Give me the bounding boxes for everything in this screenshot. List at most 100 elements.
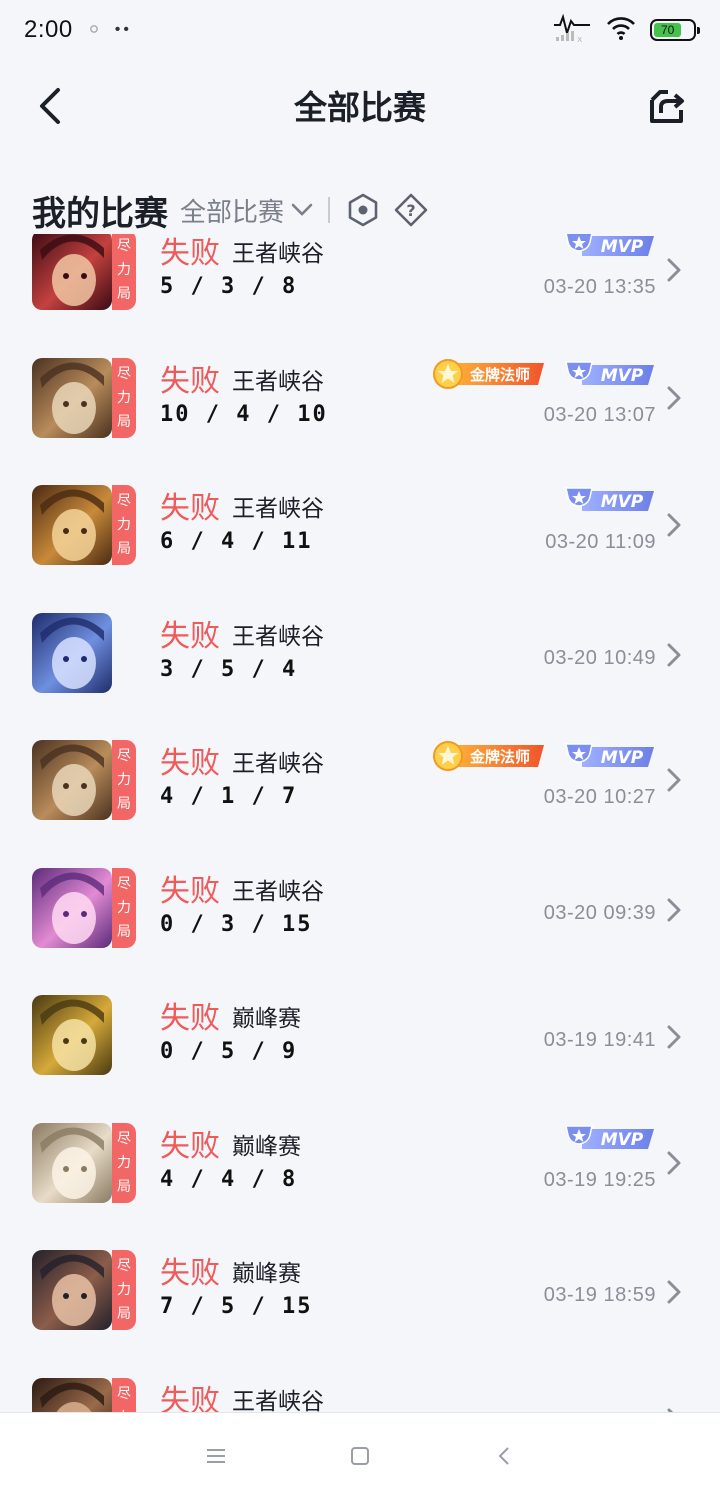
effort-tag-char: 局 (117, 541, 131, 557)
match-row[interactable]: 失败 王者峡谷 3 / 5 / 4 03-20 10:49 (0, 612, 720, 741)
match-time: 03-19 19:25 (543, 1168, 656, 1191)
match-row[interactable]: 尽力局失败 王者峡谷 4 / 1 / 7 金牌法师 MVP 03-20 10:27 (0, 740, 720, 868)
gold-badge-label: 金牌法师 (469, 748, 530, 766)
effort-tag-char: 尽 (117, 1385, 131, 1402)
match-mode: 王者峡谷 (232, 623, 324, 650)
hero-avatar (32, 612, 112, 693)
match-result: 失败 (160, 1128, 220, 1164)
hero-avatar (32, 1250, 112, 1330)
match-result: 失败 (160, 236, 220, 271)
badge-group: MVP (562, 1123, 656, 1153)
status-time: 2:00 (24, 16, 73, 43)
match-kda: 7 / 5 / 15 (160, 1294, 313, 1319)
notification-icon (89, 21, 99, 39)
effort-tag-char: 尽 (117, 365, 131, 382)
top-bar: 全部比赛 (0, 62, 720, 148)
match-result: 失败 (160, 746, 220, 781)
chevron-right-icon (666, 766, 682, 794)
badge-group: 金牌法师 MVP (430, 740, 656, 772)
mvp-label: MVP (601, 748, 644, 768)
hexagon-settings-icon[interactable] (346, 193, 380, 227)
match-mode: 王者峡谷 (232, 368, 324, 395)
effort-tag-char: 力 (117, 772, 131, 788)
match-mode: 巅峰赛 (232, 1261, 301, 1287)
match-row[interactable]: 尽力局失败 王者峡谷 6 / 4 / 11 MVP 03-20 11:09 (0, 485, 720, 613)
match-mode: 王者峡谷 (232, 751, 324, 777)
match-kda: 6 / 4 / 11 (160, 529, 313, 554)
effort-tag-char: 局 (117, 1306, 131, 1322)
effort-tag: 尽力局 (112, 357, 136, 438)
match-time: 03-20 13:07 (543, 403, 656, 426)
mvp-badge: MVP (562, 234, 656, 260)
effort-tag-char: 尽 (117, 493, 131, 509)
match-row[interactable]: 尽力局失败 王者峡谷 5 / 3 / 8 MVP 03-20 13:35 (0, 234, 720, 358)
mvp-label: MVP (601, 1130, 644, 1150)
effort-tag-char: 力 (117, 389, 131, 406)
svg-text:?: ? (406, 201, 415, 220)
mvp-badge: MVP (562, 741, 656, 771)
effort-tag-char: 力 (117, 1282, 131, 1298)
match-result: 失败 (160, 1001, 220, 1036)
match-filter-dropdown[interactable]: 全部比赛 (180, 192, 314, 229)
match-time: 03-19 18:59 (543, 1284, 656, 1306)
match-mode: 王者峡谷 (232, 1388, 324, 1413)
effort-tag-char: 局 (117, 796, 131, 812)
match-time: 03-20 13:35 (543, 276, 656, 298)
match-time: 03-20 09:39 (543, 901, 656, 924)
effort-tag: 尽力局 (112, 1377, 136, 1412)
help-diamond-icon[interactable]: ? (394, 193, 428, 227)
effort-tag-char: 力 (117, 899, 131, 916)
back-arrow-icon[interactable] (34, 86, 70, 126)
hero-avatar (32, 234, 112, 310)
home-square-icon[interactable] (348, 1444, 372, 1468)
hero-avatar (32, 357, 112, 438)
hero-avatar (32, 1377, 112, 1412)
battery-level: 70 (654, 23, 682, 37)
signal-icon: x (552, 13, 592, 48)
effort-tag-char: 局 (117, 923, 131, 940)
effort-tag: 尽力局 (112, 1122, 136, 1203)
match-kda: 10 / 4 / 10 (160, 401, 328, 427)
effort-tag-char: 局 (117, 286, 131, 302)
match-result: 失败 (160, 618, 220, 654)
match-time: 03-20 10:27 (543, 786, 656, 808)
gold-mage-badge: 金牌法师 (430, 358, 548, 390)
effort-tag-char: 局 (117, 1178, 131, 1195)
system-nav-bar (0, 1412, 720, 1499)
match-row[interactable]: 失败 巅峰赛 0 / 5 / 9 03-19 19:41 (0, 995, 720, 1123)
share-icon[interactable] (648, 88, 688, 126)
match-list[interactable]: 尽力局失败 王者峡谷 5 / 3 / 8 MVP 03-20 13:35 尽力局失败 王者峡… (0, 234, 720, 1412)
badge-group: MVP (562, 234, 656, 260)
mvp-badge: MVP (562, 485, 656, 515)
match-row[interactable]: 尽力局 失败 巅峰赛 7 / 5 / 15 03-19 18:59 (0, 1250, 720, 1378)
match-result: 失败 (160, 1256, 220, 1291)
match-time: 03-19 19:41 (543, 1029, 656, 1051)
status-bar: 2:00 •• x 70 (0, 0, 720, 60)
effort-tag-char: 尽 (117, 748, 131, 764)
chevron-right-icon (666, 511, 682, 539)
menu-icon[interactable] (204, 1444, 228, 1468)
gold-mage-badge: 金牌法师 (430, 740, 548, 772)
effort-tag-char: 力 (117, 1154, 131, 1171)
match-row[interactable]: 尽力局失败王者峡谷03-19 18:40 (0, 1377, 720, 1413)
effort-tag-char: 局 (117, 413, 131, 430)
svg-text:x: x (577, 35, 583, 43)
page-title: 全部比赛 (294, 88, 426, 127)
match-mode: 巅峰赛 (232, 1133, 301, 1160)
chevron-right-icon (666, 1278, 682, 1306)
mvp-badge: MVP (562, 1123, 656, 1153)
chevron-down-icon (290, 195, 314, 225)
match-time: 03-20 10:49 (543, 646, 656, 669)
match-row[interactable]: 尽力局失败 王者峡谷 10 / 4 / 10 金牌法师 MVP 03-20 13:07 (0, 357, 720, 486)
effort-tag: 尽力局 (112, 485, 136, 565)
divider (328, 197, 331, 223)
match-kda: 0 / 5 / 9 (160, 1039, 298, 1064)
effort-tag-char: 尽 (117, 1258, 131, 1274)
match-row[interactable]: 尽力局失败 巅峰赛 4 / 4 / 8 MVP 03-19 19:25 (0, 1122, 720, 1251)
match-row[interactable]: 尽力局失败 王者峡谷 0 / 3 / 15 03-20 09:39 (0, 867, 720, 996)
match-kda: 5 / 3 / 8 (160, 274, 298, 299)
effort-tag: 尽力局 (112, 740, 136, 820)
wifi-icon (606, 15, 636, 46)
back-triangle-icon[interactable] (492, 1444, 516, 1468)
match-kda: 3 / 5 / 4 (160, 656, 298, 682)
